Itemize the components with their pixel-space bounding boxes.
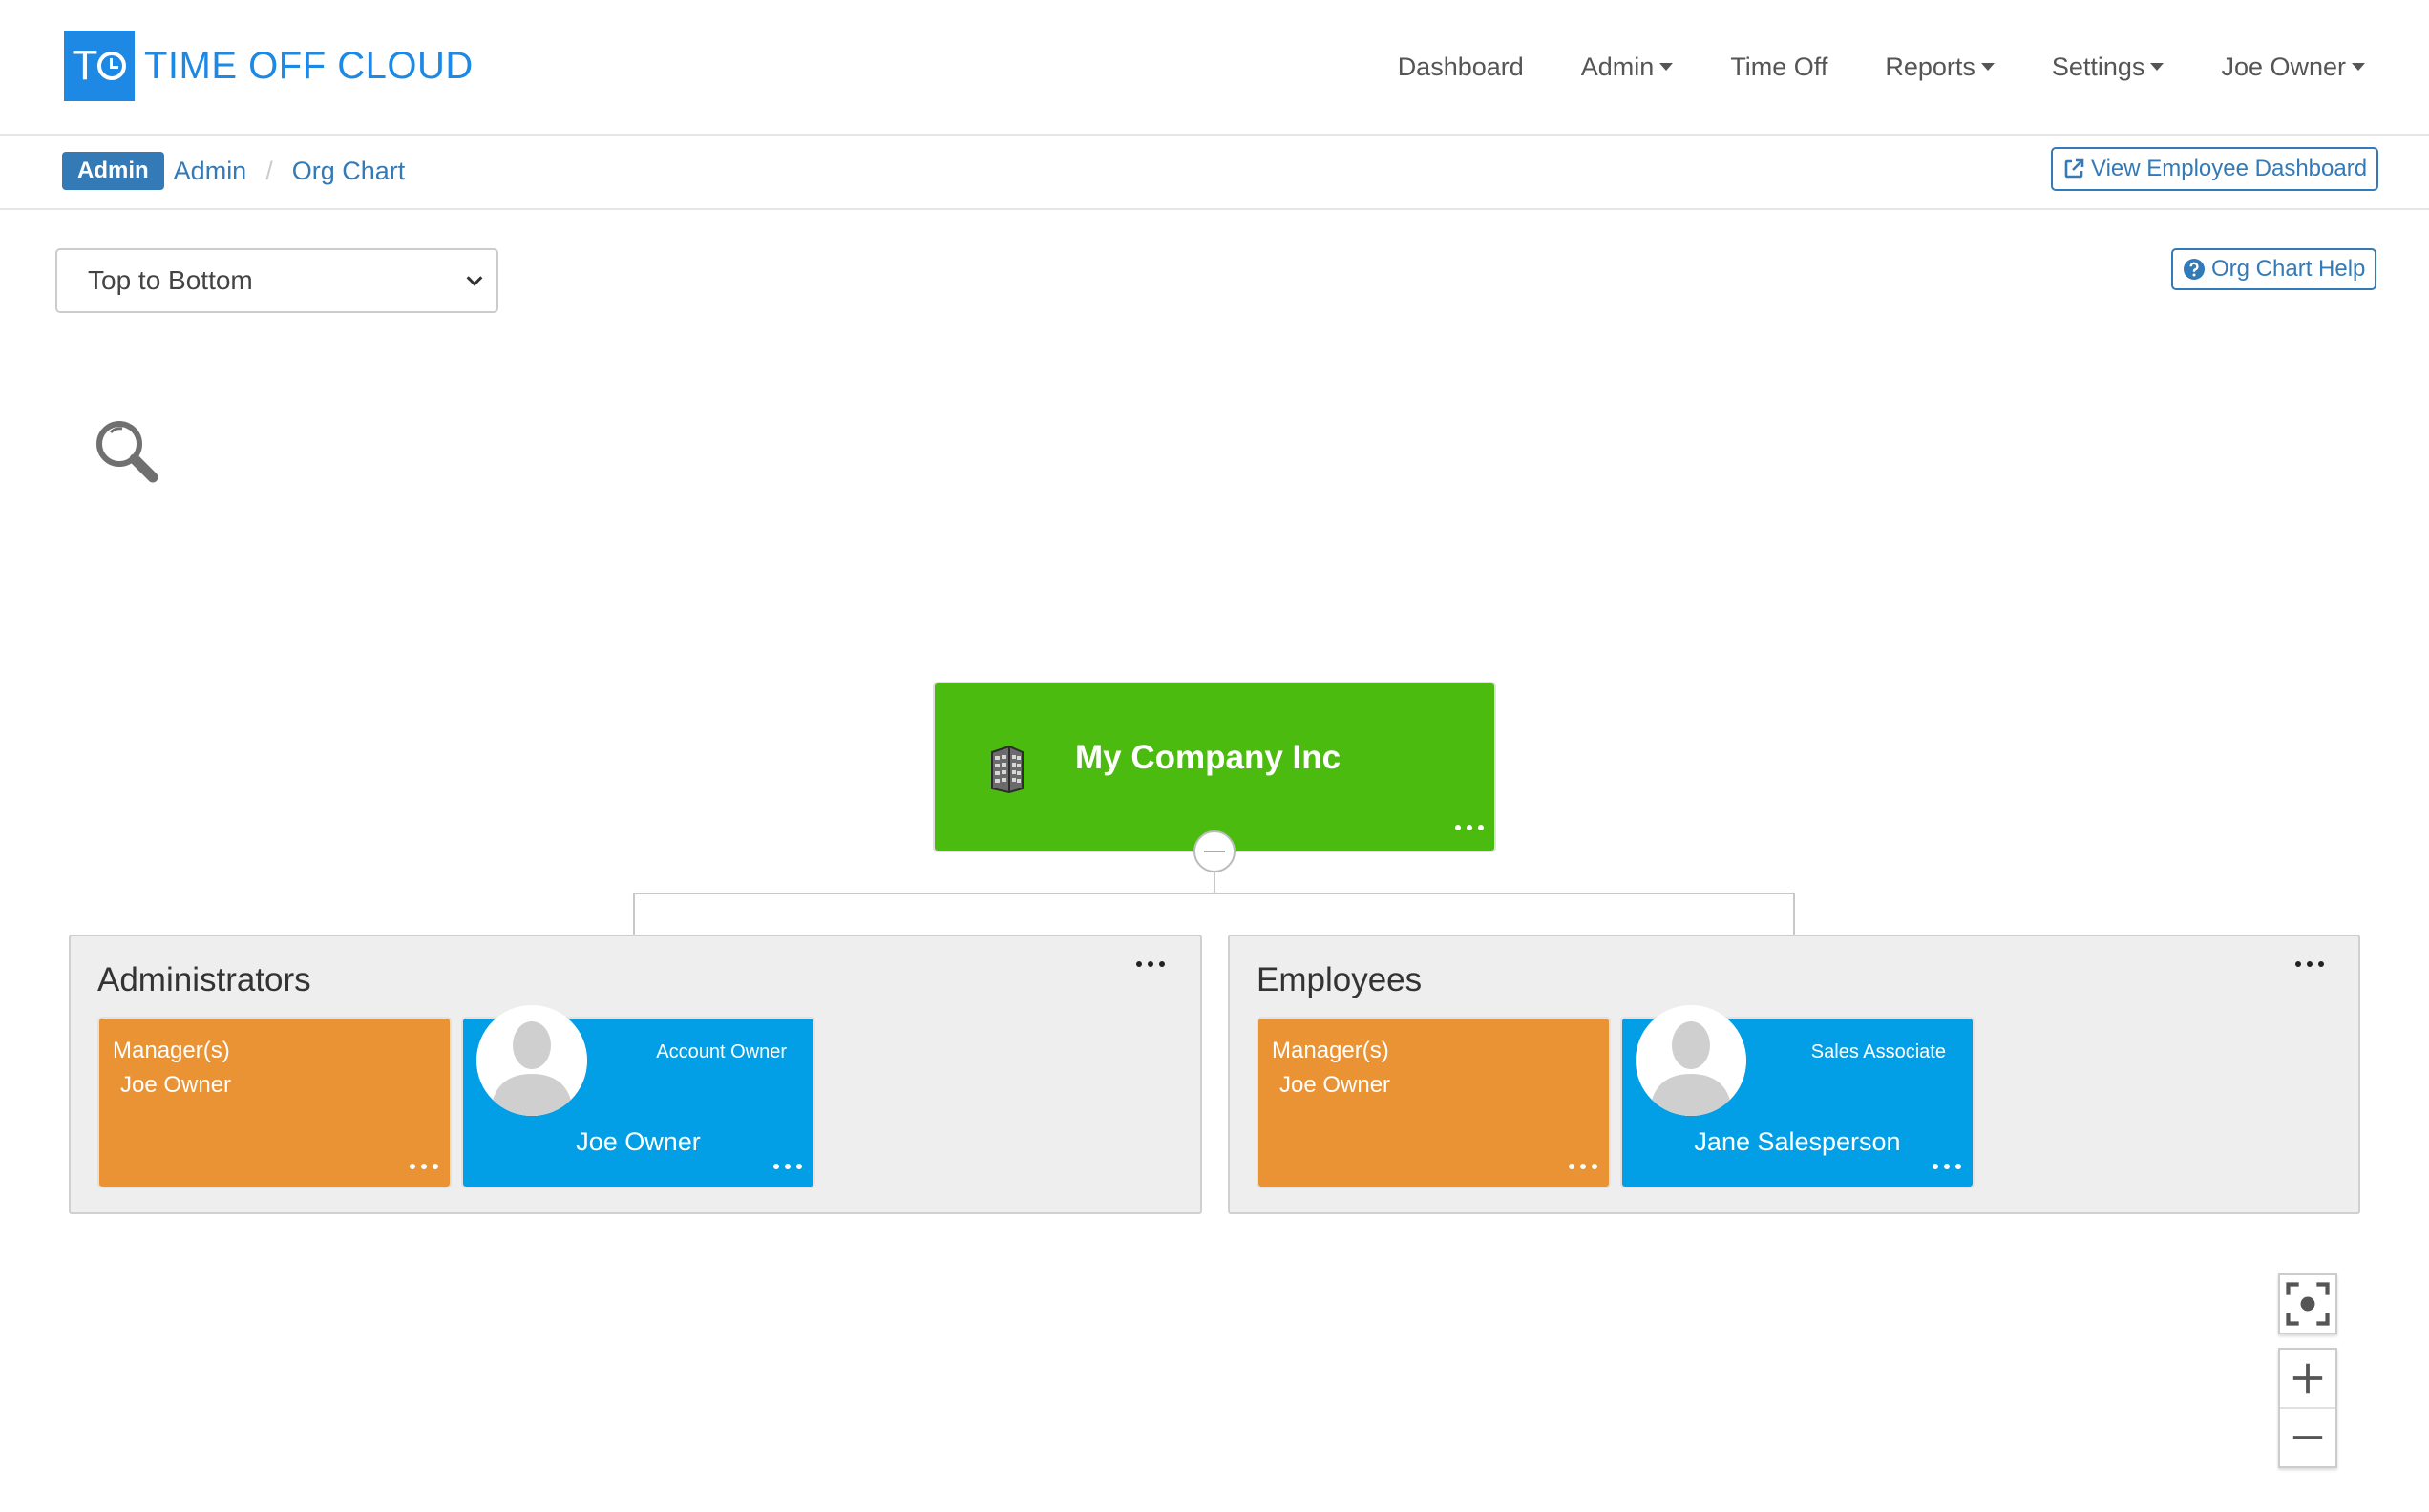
manager-label: Manager(s) <box>1272 1038 1389 1063</box>
caret-down-icon <box>2352 63 2365 71</box>
employee-role: Account Owner <box>656 1041 787 1062</box>
employee-name: Jane Salesperson <box>1694 1127 1901 1156</box>
breadcrumb-separator: / <box>265 156 273 185</box>
group-title: Employees <box>1257 961 1423 998</box>
manager-name: Joe Owner <box>1279 1072 1391 1098</box>
nav-user-label: Joe Owner <box>2221 52 2346 81</box>
nav-user-menu[interactable]: Joe Owner <box>2221 52 2365 82</box>
caret-down-icon <box>1659 63 1674 71</box>
collapse-node-button[interactable] <box>1193 830 1236 872</box>
nav-dashboard[interactable]: Dashboard <box>1398 52 1524 82</box>
person-silhouette-icon <box>1636 1005 1746 1116</box>
card-menu-icon[interactable] <box>1933 1164 1961 1171</box>
nav-time-off-label: Time Off <box>1730 52 1828 81</box>
manager-name: Joe Owner <box>120 1072 232 1098</box>
nav-reports[interactable]: Reports <box>1885 52 1995 82</box>
view-employee-dashboard-button[interactable]: View Employee Dashboard <box>2051 147 2379 191</box>
group-administrators: Administrators Manager(s) Joe Owner Acco… <box>69 934 1202 1214</box>
employee-card[interactable]: Sales Associate Jane Salesperson <box>1622 1005 1973 1186</box>
layout-direction-value: Top to Bottom <box>88 265 253 295</box>
admin-badge: Admin <box>62 152 164 190</box>
external-link-icon <box>2064 158 2084 178</box>
card-menu-icon[interactable] <box>410 1164 438 1171</box>
view-employee-dashboard-label: View Employee Dashboard <box>2091 156 2368 181</box>
caret-down-icon <box>2150 63 2165 71</box>
main-nav: Dashboard Admin Time Off Reports Setting… <box>1398 0 2429 134</box>
person-silhouette-icon <box>476 1005 587 1116</box>
fit-screen-icon <box>2286 1282 2330 1326</box>
company-name: My Company Inc <box>1075 739 1341 776</box>
manager-card[interactable]: Manager(s) Joe Owner <box>99 1018 450 1186</box>
nav-admin-label: Admin <box>1580 52 1655 81</box>
employee-role: Sales Associate <box>1810 1041 1946 1062</box>
logo-mark: T <box>64 31 135 101</box>
org-chart-help-button[interactable]: Org Chart Help <box>2171 248 2377 290</box>
building-icon <box>991 745 1024 794</box>
question-circle-icon <box>2184 259 2205 280</box>
group-title: Administrators <box>97 961 311 998</box>
zoom-out-button[interactable] <box>2280 1409 2335 1466</box>
nav-admin[interactable]: Admin <box>1581 52 1674 82</box>
group-menu-icon[interactable] <box>1136 961 1165 969</box>
fit-screen-button[interactable] <box>2278 1273 2337 1334</box>
breadcrumb-bar: Admin Admin / Org Chart View Employee Da… <box>0 136 2429 210</box>
logo-text: TIME OFF CLOUD <box>144 44 474 87</box>
breadcrumb-org-chart[interactable]: Org Chart <box>292 157 406 186</box>
company-node[interactable]: My Company Inc <box>935 683 1494 850</box>
nav-reports-label: Reports <box>1885 52 1975 81</box>
magnifier-icon[interactable] <box>94 418 160 485</box>
manager-label: Manager(s) <box>113 1038 230 1063</box>
nav-time-off[interactable]: Time Off <box>1730 52 1827 82</box>
clock-icon <box>97 52 127 80</box>
breadcrumb-admin[interactable]: Admin <box>174 157 247 186</box>
nav-dashboard-label: Dashboard <box>1397 52 1524 81</box>
card-menu-icon[interactable] <box>773 1164 802 1171</box>
chevron-down-icon <box>466 276 483 286</box>
nav-settings-label: Settings <box>2051 52 2145 81</box>
company-menu-icon[interactable] <box>1455 825 1484 832</box>
plus-icon <box>2292 1363 2323 1394</box>
group-menu-icon[interactable] <box>2295 961 2324 969</box>
employee-name: Joe Owner <box>576 1127 701 1156</box>
caret-down-icon <box>1980 63 1995 71</box>
avatar <box>476 1005 587 1116</box>
breadcrumb: Admin Admin / Org Chart <box>62 151 405 191</box>
top-navbar: T TIME OFF CLOUD Dashboard Admin Time Of… <box>0 0 2429 136</box>
group-employees: Employees Manager(s) Joe Owner Sales Ass… <box>1228 934 2360 1214</box>
zoom-controls <box>2278 1348 2337 1468</box>
org-chart-help-label: Org Chart Help <box>2211 256 2366 282</box>
app-logo[interactable]: T TIME OFF CLOUD <box>64 31 474 101</box>
manager-card[interactable]: Manager(s) Joe Owner <box>1258 1018 1609 1186</box>
minus-icon <box>2292 1436 2323 1439</box>
layout-direction-select[interactable]: Top to Bottom <box>55 248 498 313</box>
employee-card[interactable]: Account Owner Joe Owner <box>463 1005 813 1186</box>
card-menu-icon[interactable] <box>1569 1164 1597 1171</box>
nav-settings[interactable]: Settings <box>2052 52 2165 82</box>
avatar <box>1636 1005 1746 1116</box>
zoom-in-button[interactable] <box>2280 1350 2335 1409</box>
